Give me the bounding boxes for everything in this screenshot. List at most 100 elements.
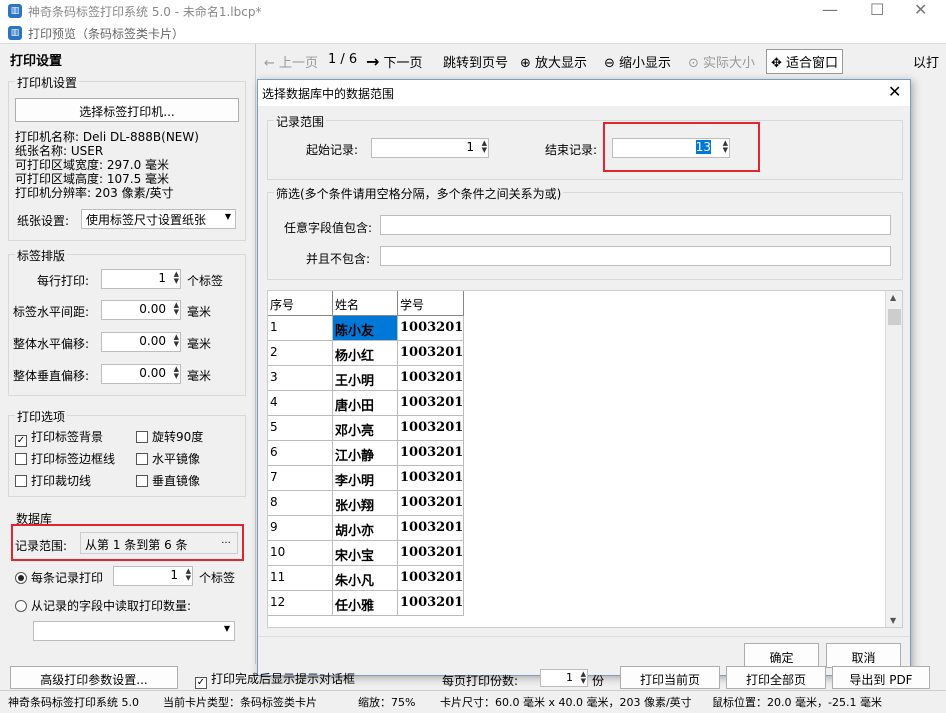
cell-name[interactable]: 朱小凡 <box>333 566 398 591</box>
cell-index[interactable]: 11 <box>268 566 333 591</box>
spinner-icon[interactable]: ▲ ▼ <box>482 140 487 154</box>
table-row[interactable]: 4唐小田10032010 <box>268 391 464 416</box>
table-row[interactable]: 3王小明10032010 <box>268 366 464 391</box>
cell-student-id[interactable]: 10032010 <box>398 316 464 341</box>
field-select[interactable]: ▼ <box>33 621 235 641</box>
column-header-name[interactable]: 姓名 <box>333 291 398 316</box>
checkbox-icon[interactable] <box>136 453 148 465</box>
hgap-input[interactable]: 0.00 ▲ ▼ <box>101 300 181 320</box>
spinner-icon[interactable]: ▲ ▼ <box>174 334 179 348</box>
table-row[interactable]: 5邓小亮10032010 <box>268 416 464 441</box>
opt-cut[interactable]: 打印裁切线 <box>15 472 91 489</box>
each-record-input[interactable]: 1 ▲ ▼ <box>113 566 193 586</box>
not-contains-input[interactable] <box>380 246 891 266</box>
cell-index[interactable]: 6 <box>268 441 333 466</box>
checkbox-icon[interactable] <box>15 475 27 487</box>
table-row[interactable]: 11朱小凡10032010 <box>268 566 464 591</box>
table-row[interactable]: 6江小静10032010 <box>268 441 464 466</box>
cell-student-id[interactable]: 10032010 <box>398 541 464 566</box>
cell-index[interactable]: 3 <box>268 366 333 391</box>
spinner-icon[interactable]: ▲ ▼ <box>186 568 191 582</box>
table-row[interactable]: 7李小明10032010 <box>268 466 464 491</box>
close-icon[interactable]: ✕ <box>914 0 927 19</box>
goto-page-button[interactable]: 跳转到页号 <box>443 52 508 71</box>
cell-name[interactable]: 陈小友 <box>333 316 398 341</box>
cell-student-id[interactable]: 10032010 <box>398 566 464 591</box>
cell-index[interactable]: 10 <box>268 541 333 566</box>
table-row[interactable]: 10宋小宝10032010 <box>268 541 464 566</box>
next-page-button[interactable]: → 下一页 <box>366 52 423 71</box>
checkbox-icon[interactable] <box>15 453 27 465</box>
cell-student-id[interactable]: 10032010 <box>398 441 464 466</box>
export-pdf-button[interactable]: 导出到 PDF <box>832 666 930 689</box>
checkbox-checked-icon[interactable]: ✓ <box>195 677 207 689</box>
cell-name[interactable]: 李小明 <box>333 466 398 491</box>
hoff-input[interactable]: 0.00 ▲ ▼ <box>101 332 181 352</box>
fit-window-button[interactable]: ✥ 适合窗口 <box>766 49 844 74</box>
cell-name[interactable]: 唐小田 <box>333 391 398 416</box>
column-header-index[interactable]: 序号 <box>268 291 333 316</box>
table-row[interactable]: 1陈小友10032010 <box>268 316 464 341</box>
minimize-icon[interactable]: — <box>822 0 838 19</box>
opt-border[interactable]: 打印标签边框线 <box>15 450 115 467</box>
select-printer-button[interactable]: 选择标签打印机... <box>15 98 239 122</box>
cell-student-id[interactable]: 10032010 <box>398 591 464 616</box>
paper-setting-select[interactable]: 使用标签尺寸设置纸张 ▼ <box>81 209 236 229</box>
spinner-icon[interactable]: ▲ ▼ <box>174 271 179 285</box>
cell-name[interactable]: 邓小亮 <box>333 416 398 441</box>
cell-index[interactable]: 7 <box>268 466 333 491</box>
actual-size-button[interactable]: ⊙ 实际大小 <box>688 52 755 71</box>
radio-selected-icon[interactable] <box>15 572 27 584</box>
scroll-thumb[interactable] <box>888 309 901 325</box>
per-row-input[interactable]: 1 ▲ ▼ <box>101 269 181 289</box>
grid-scrollbar[interactable]: ▲ ▼ <box>885 291 902 627</box>
checkbox-icon[interactable] <box>136 475 148 487</box>
cell-index[interactable]: 2 <box>268 341 333 366</box>
cell-name[interactable]: 江小静 <box>333 441 398 466</box>
cell-student-id[interactable]: 10032010 <box>398 416 464 441</box>
spinner-icon[interactable]: ▲ ▼ <box>174 366 179 380</box>
opt-rotate[interactable]: 旋转90度 <box>136 428 203 445</box>
dialog-close-icon[interactable]: ✕ <box>888 82 901 101</box>
scroll-up-icon[interactable]: ▲ <box>890 293 896 302</box>
from-field-option[interactable]: 从记录的字段中读取打印数量: <box>15 597 191 614</box>
spinner-icon[interactable]: ▲ ▼ <box>174 302 179 316</box>
spinner-icon[interactable]: ▲ ▼ <box>581 671 586 685</box>
zoom-in-button[interactable]: ⊕ 放大显示 <box>520 52 587 71</box>
opt-hmirror[interactable]: 水平镜像 <box>136 450 200 467</box>
cell-name[interactable]: 张小翔 <box>333 491 398 516</box>
copies-input[interactable]: 1 ▲ ▼ <box>540 669 588 687</box>
cell-name[interactable]: 杨小红 <box>333 341 398 366</box>
cell-index[interactable]: 12 <box>268 591 333 616</box>
zoom-out-button[interactable]: ⊖ 缩小显示 <box>604 52 671 71</box>
checkbox-checked-icon[interactable]: ✓ <box>15 435 27 447</box>
cell-index[interactable]: 4 <box>268 391 333 416</box>
cell-student-id[interactable]: 10032010 <box>398 341 464 366</box>
cell-name[interactable]: 宋小宝 <box>333 541 398 566</box>
advanced-settings-button[interactable]: 高级打印参数设置... <box>10 666 178 689</box>
table-row[interactable]: 12任小雅10032010 <box>268 591 464 616</box>
opt-print-bg[interactable]: ✓ 打印标签背景 <box>15 428 103 447</box>
each-record-option[interactable]: 每条记录打印 <box>15 569 103 586</box>
cell-name[interactable]: 胡小亦 <box>333 516 398 541</box>
cell-index[interactable]: 8 <box>268 491 333 516</box>
scroll-down-icon[interactable]: ▼ <box>890 616 896 625</box>
show-dialog-option[interactable]: ✓ 打印完成后显示提示对话框 <box>195 670 355 689</box>
table-row[interactable]: 8张小翔10032010 <box>268 491 464 516</box>
cell-index[interactable]: 1 <box>268 316 333 341</box>
cell-name[interactable]: 任小雅 <box>333 591 398 616</box>
cell-student-id[interactable]: 10032010 <box>398 491 464 516</box>
prev-page-button[interactable]: ← 上一页 <box>264 52 318 71</box>
column-header-id[interactable]: 学号 <box>398 291 464 316</box>
table-row[interactable]: 9胡小亦10032010 <box>268 516 464 541</box>
table-row[interactable]: 2杨小红10032010 <box>268 341 464 366</box>
cell-student-id[interactable]: 10032010 <box>398 366 464 391</box>
cell-name[interactable]: 王小明 <box>333 366 398 391</box>
cell-student-id[interactable]: 10032010 <box>398 516 464 541</box>
contains-input[interactable] <box>380 215 891 235</box>
start-record-input[interactable]: 1 ▲ ▼ <box>371 138 489 158</box>
cell-student-id[interactable]: 10032010 <box>398 391 464 416</box>
cell-index[interactable]: 9 <box>268 516 333 541</box>
opt-vmirror[interactable]: 垂直镜像 <box>136 472 200 489</box>
voff-input[interactable]: 0.00 ▲ ▼ <box>101 364 181 384</box>
